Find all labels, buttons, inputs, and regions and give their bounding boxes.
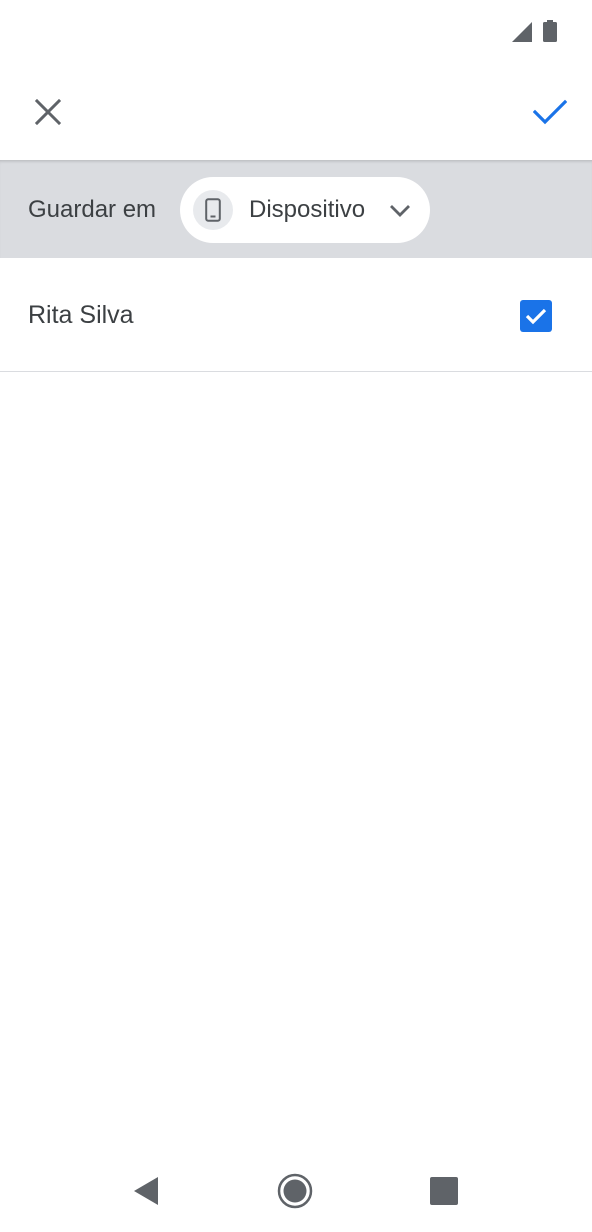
back-icon[interactable] [132,1176,162,1206]
contact-row[interactable]: Rita Silva [0,258,592,372]
checkmark-icon [525,308,547,325]
contact-checkbox[interactable] [520,300,552,332]
check-icon [533,99,567,125]
signal-icon [512,22,532,42]
battery-icon [543,20,557,42]
save-button[interactable] [526,88,574,136]
navigation-bar [0,1148,592,1232]
contact-name: Rita Silva [28,301,134,329]
phone-icon [205,198,221,222]
close-icon [35,99,61,125]
app-bar [0,64,592,160]
status-bar [0,0,592,64]
recents-icon[interactable] [430,1177,458,1205]
save-location-bar: Guardar em Dispositivo [0,160,592,258]
phone-icon-container [193,190,233,230]
home-icon[interactable] [277,1173,313,1209]
chevron-down-icon [390,205,410,217]
selected-location-label: Dispositivo [249,196,366,223]
close-button[interactable] [24,88,72,136]
account-selector-chip[interactable]: Dispositivo [180,177,430,243]
save-location-label: Guardar em [28,196,157,223]
